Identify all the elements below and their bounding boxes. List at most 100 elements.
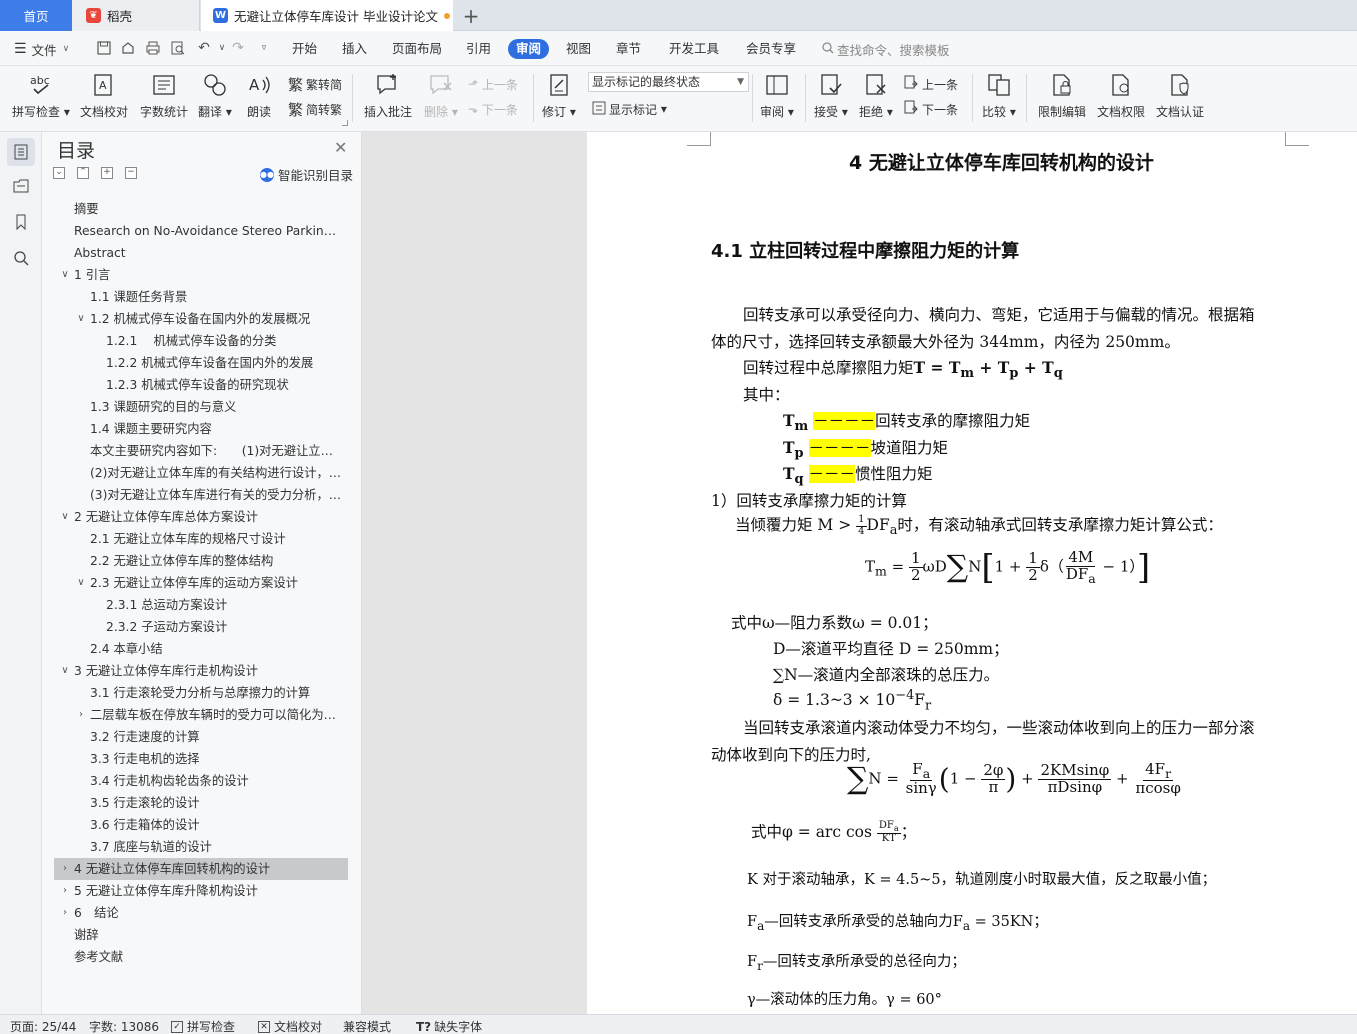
read-aloud-button[interactable]: A 朗读: [244, 70, 274, 126]
menu-tab-insert[interactable]: 插入: [334, 39, 375, 59]
chevron-right-icon[interactable]: ›: [59, 858, 71, 880]
toc-item[interactable]: › 4 无避让立体停车库回转机构的设计: [54, 858, 348, 880]
tab-document[interactable]: W 无避让立体停车库设计 毕业设计论文: [201, 0, 453, 31]
compare-button[interactable]: 比较 ▾: [982, 70, 1016, 126]
menu-tab-view[interactable]: 视图: [558, 39, 599, 59]
next-change-button[interactable]: 下一条: [904, 99, 958, 119]
toc-item[interactable]: ∨ 2.3 无避让立体停车库的运动方案设计: [54, 572, 348, 594]
print-icon[interactable]: [145, 40, 161, 56]
toc-item[interactable]: (3)对无避让立体车库进行有关的受力分析，并对: [54, 484, 348, 506]
spell-check-button[interactable]: abc 拼写检查 ▾: [12, 70, 70, 126]
accept-change-button[interactable]: 接受 ▾: [814, 70, 848, 126]
toc-item[interactable]: (2)对无避让立体车库的有关结构进行设计，包括: [54, 462, 348, 484]
toc-item[interactable]: Research on No-Avoidance Stereo Parking …: [54, 220, 348, 242]
chevron-down-icon[interactable]: ∨: [59, 264, 71, 286]
toc-item[interactable]: › 二层载车板在停放车辆时的受力可以简化为下图: [54, 704, 348, 726]
markup-mode-select[interactable]: 显示标记的最终状态 ▼: [588, 72, 749, 92]
toc-item[interactable]: 3.4 行走机构齿轮齿条的设计: [54, 770, 348, 792]
remove-heading-icon[interactable]: −: [125, 167, 137, 179]
menu-tab-page-layout[interactable]: 页面布局: [384, 39, 450, 59]
redo-icon[interactable]: ↷: [230, 40, 246, 56]
toc-item[interactable]: Abstract: [54, 242, 348, 264]
status-doc-proof[interactable]: ✕ 文档校对: [258, 1018, 322, 1034]
restrict-edit-button[interactable]: 限制编辑: [1038, 70, 1086, 126]
close-icon[interactable]: ✕: [334, 138, 347, 157]
toc-item[interactable]: 3.7 底座与轨道的设计: [54, 836, 348, 858]
page-indicator[interactable]: 页面: 25/44: [10, 1018, 76, 1034]
find-icon[interactable]: [7, 244, 35, 272]
chevron-right-icon[interactable]: ›: [59, 880, 71, 902]
review-pane-button[interactable]: 审阅 ▾: [760, 70, 794, 126]
toc-item[interactable]: 2.4 本章小结: [54, 638, 348, 660]
menu-tab-references[interactable]: 引用: [458, 39, 499, 59]
new-tab-button[interactable]: +: [454, 0, 488, 31]
print-preview-icon[interactable]: [170, 40, 186, 56]
show-markup-button[interactable]: 显示标记 ▾: [592, 99, 667, 119]
word-count-indicator[interactable]: 字数: 13086: [89, 1018, 159, 1034]
toc-item[interactable]: ∨ 1 引言: [54, 264, 348, 286]
document-canvas[interactable]: 4 无避让立体停车库回转机构的设计 4.1 立柱回转过程中摩擦阻力矩的计算 回转…: [362, 132, 1357, 1014]
prev-comment-button[interactable]: ⬏ 上一条: [468, 74, 518, 94]
word-count-button[interactable]: 字数统计: [140, 70, 188, 126]
expand-up-icon[interactable]: ⌃: [77, 167, 89, 179]
insert-comment-button[interactable]: 插入批注: [364, 70, 412, 126]
doc-permission-button[interactable]: 文档权限: [1097, 70, 1145, 126]
track-changes-button[interactable]: 修订 ▾: [542, 70, 576, 126]
missing-font-button[interactable]: T? 缺失字体: [416, 1018, 482, 1034]
chevron-right-icon[interactable]: ›: [59, 902, 71, 924]
toc-item[interactable]: 1.4 课题主要研究内容: [54, 418, 348, 440]
collapse-all-icon[interactable]: ⌄: [53, 167, 65, 179]
delete-comment-button[interactable]: 删除 ▾: [424, 70, 458, 126]
toc-item[interactable]: 3.5 行走滚轮的设计: [54, 792, 348, 814]
toc-item[interactable]: 2.3.1 总运动方案设计: [54, 594, 348, 616]
toc-item[interactable]: 2.3.2 子运动方案设计: [54, 616, 348, 638]
chevron-down-icon[interactable]: ∨: [75, 308, 87, 330]
toc-item[interactable]: 摘要: [54, 198, 348, 220]
file-menu-button[interactable]: ☰ 文件 ∨: [14, 39, 69, 59]
chevron-down-icon[interactable]: ∨: [59, 660, 71, 682]
menu-tab-developer[interactable]: 开发工具: [661, 39, 727, 59]
add-heading-icon[interactable]: +: [101, 167, 113, 179]
toc-item[interactable]: › 6 结论: [54, 902, 348, 924]
status-spell-check[interactable]: ✓ 拼写检查: [171, 1018, 235, 1034]
menu-tab-chapter[interactable]: 章节: [608, 39, 649, 59]
undo-icon[interactable]: ↶: [196, 40, 212, 56]
doc-proof-button[interactable]: A 文档校对: [80, 70, 128, 126]
toc-item[interactable]: 3.6 行走箱体的设计: [54, 814, 348, 836]
prev-change-button[interactable]: 上一条: [904, 74, 958, 94]
doc-certify-button[interactable]: 文档认证: [1156, 70, 1204, 126]
to-simplified-button[interactable]: 繁繁转简: [288, 74, 342, 94]
toc-item[interactable]: 3.2 行走速度的计算: [54, 726, 348, 748]
toc-item[interactable]: › 5 无避让立体停车库升降机构设计: [54, 880, 348, 902]
tab-home[interactable]: 首页: [0, 0, 72, 31]
chevron-right-icon[interactable]: ›: [75, 704, 87, 726]
document-page[interactable]: 4 无避让立体停车库回转机构的设计 4.1 立柱回转过程中摩擦阻力矩的计算 回转…: [587, 132, 1357, 1014]
reject-change-button[interactable]: 拒绝 ▾: [859, 70, 893, 126]
to-traditional-button[interactable]: 繁简转繁: [288, 99, 342, 119]
toc-item[interactable]: 2.2 无避让立体停车库的整体结构: [54, 550, 348, 572]
tab-daoke[interactable]: ❦ 稻壳: [72, 0, 200, 31]
command-search-input[interactable]: 查找命令、搜索模板: [822, 39, 950, 59]
toc-item[interactable]: 2.1 无避让立体车库的规格尺寸设计: [54, 528, 348, 550]
smart-detect-toc-button[interactable]: ●● 智能识别目录: [260, 165, 353, 184]
toc-item[interactable]: ∨ 2 无避让立体停车库总体方案设计: [54, 506, 348, 528]
chapter-nav-icon[interactable]: [7, 172, 35, 200]
customize-quick-access-icon[interactable]: ▿: [256, 40, 272, 56]
toc-item[interactable]: ∨ 1.2 机械式停车设备在国内外的发展概况: [54, 308, 348, 330]
toc-item[interactable]: 1.2.2 机械式停车设备在国内外的发展: [54, 352, 348, 374]
toc-item[interactable]: 3.1 行走滚轮受力分析与总摩擦力的计算: [54, 682, 348, 704]
menu-tab-start[interactable]: 开始: [284, 39, 325, 59]
next-comment-button[interactable]: ⬎ 下一条: [468, 99, 518, 119]
toc-item[interactable]: ∨ 3 无避让立体停车库行走机构设计: [54, 660, 348, 682]
menu-tab-review[interactable]: 审阅: [508, 39, 550, 59]
chevron-down-icon[interactable]: ∨: [59, 506, 71, 528]
save-icon[interactable]: [96, 40, 112, 56]
undo-dropdown-icon[interactable]: ∨: [214, 40, 230, 56]
toc-item[interactable]: 1.2.1 机械式停车设备的分类: [54, 330, 348, 352]
toc-item[interactable]: 3.3 行走电机的选择: [54, 748, 348, 770]
bookmark-icon[interactable]: [7, 208, 35, 236]
toc-item[interactable]: 1.3 课题研究的目的与意义: [54, 396, 348, 418]
chevron-down-icon[interactable]: ∨: [75, 572, 87, 594]
toc-pane-icon[interactable]: [7, 138, 35, 166]
toc-item[interactable]: 1.1 课题任务背景: [54, 286, 348, 308]
